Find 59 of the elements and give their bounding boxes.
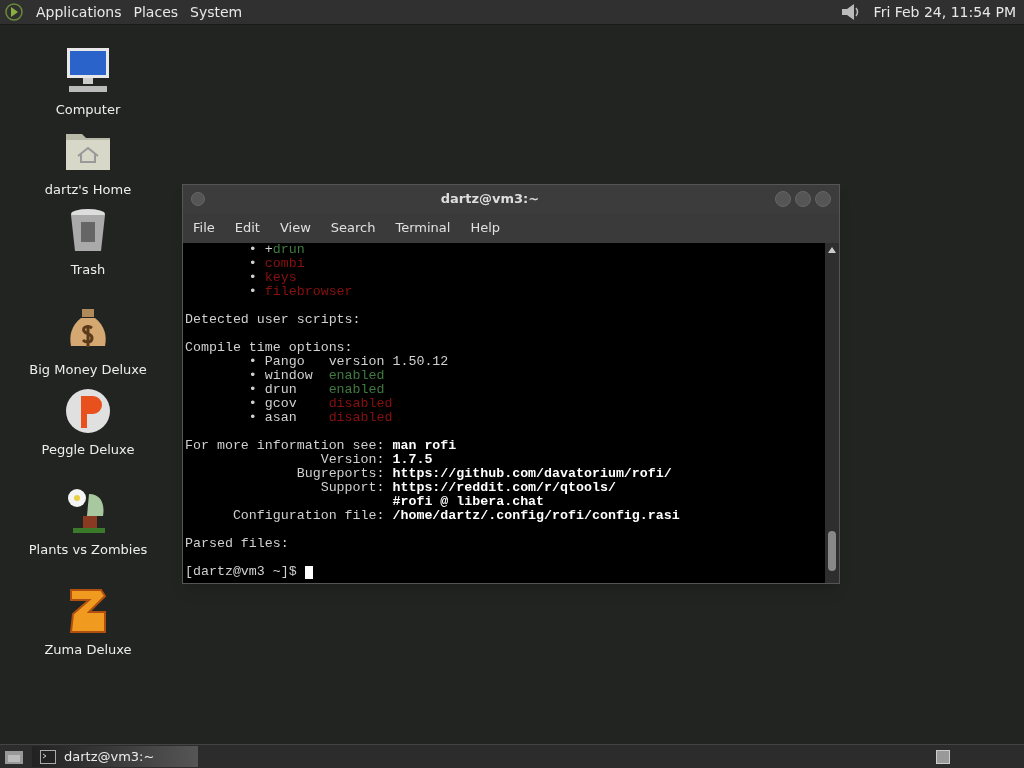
desktop-icon-label[interactable]: Plants vs Zombies [28, 540, 148, 560]
scrollbar-thumb[interactable] [828, 531, 836, 571]
scrollbar[interactable] [825, 243, 839, 583]
logo-icon[interactable] [4, 2, 24, 22]
menu-item[interactable]: Search [330, 218, 376, 238]
terminal-icon [40, 749, 56, 764]
terminal-text: filebrowser [264, 285, 353, 299]
desktop-icon-label[interactable]: Computer [55, 100, 121, 120]
terminal-text: • + [247, 243, 273, 257]
terminal-text: For more information see: [185, 439, 386, 453]
terminal-text: Parsed files: [185, 537, 289, 551]
terminal-text: Detected user scripts: [185, 313, 361, 327]
terminal-text: • [247, 257, 258, 271]
panel-menu[interactable]: System [190, 1, 243, 23]
terminal-text: Compile time options: [185, 341, 353, 355]
terminal-text: enabled [328, 383, 385, 397]
terminal-text: [dartz@vm3 ~]$ [185, 565, 298, 579]
terminal-text: #rofi @ libera.chat [391, 495, 545, 509]
scroll-up-arrow-icon[interactable] [828, 247, 836, 253]
workspace-switcher[interactable] [936, 749, 950, 764]
terminal-text: 1.7.5 [392, 453, 433, 467]
terminal-text: Bugreports: [295, 467, 386, 481]
terminal-text: https://reddit.com/r/qtools/ [392, 481, 616, 495]
terminal-text: • [247, 285, 258, 299]
terminal-text: • gcov [247, 397, 298, 411]
desktop-icon-label[interactable]: Trash [70, 260, 106, 280]
cursor [304, 565, 313, 579]
menu-item[interactable]: View [279, 218, 311, 238]
panel-menu[interactable]: Places [133, 1, 179, 23]
terminal-text: • asan [247, 411, 298, 425]
terminal-text: • drun [247, 383, 298, 397]
desktop-icon-label[interactable]: Zuma Deluxe [44, 640, 132, 660]
terminal-text: man rofi [392, 439, 457, 453]
terminal-text: drun [272, 243, 305, 257]
terminal-text: Configuration file: [231, 509, 386, 523]
terminal-text: keys [264, 271, 297, 285]
menu-item[interactable]: Edit [234, 218, 260, 238]
clock[interactable]: Fri Feb 24, 11:54 PM [873, 1, 1020, 23]
menu-item[interactable]: Terminal [395, 218, 451, 238]
ball-icon [63, 386, 113, 436]
menu-item[interactable]: File [193, 218, 215, 238]
desktop-icon-label[interactable]: Peggle Deluxe [41, 440, 135, 460]
menu-item[interactable]: Help [470, 218, 501, 238]
terminal-text: • [247, 271, 258, 285]
terminal-text: disabled [328, 397, 393, 411]
terminal-text: Support: [319, 481, 386, 495]
panel-menu[interactable]: Applications [36, 1, 122, 23]
terminal-text: Version: [319, 453, 386, 467]
terminal-text: /home/dartz/.config/rofi/config.rasi [392, 509, 680, 523]
terminal-text: disabled [328, 411, 393, 425]
desktop-icon-label[interactable]: dartz's Home [44, 180, 132, 200]
terminal-text: enabled [328, 369, 385, 383]
window-title: dartz@vm3:~ [439, 190, 541, 209]
terminal-text: https://github.com/davatorium/rofi/ [392, 467, 672, 481]
desktop-icon-label[interactable]: Big Money Deluxe [29, 360, 147, 380]
terminal-text: • window [247, 369, 314, 383]
terminal-text: • Pango version 1.50.12 [247, 355, 449, 369]
taskbar-button[interactable]: dartz@vm3:~ [32, 746, 198, 767]
terminal-text: combi [264, 257, 305, 271]
